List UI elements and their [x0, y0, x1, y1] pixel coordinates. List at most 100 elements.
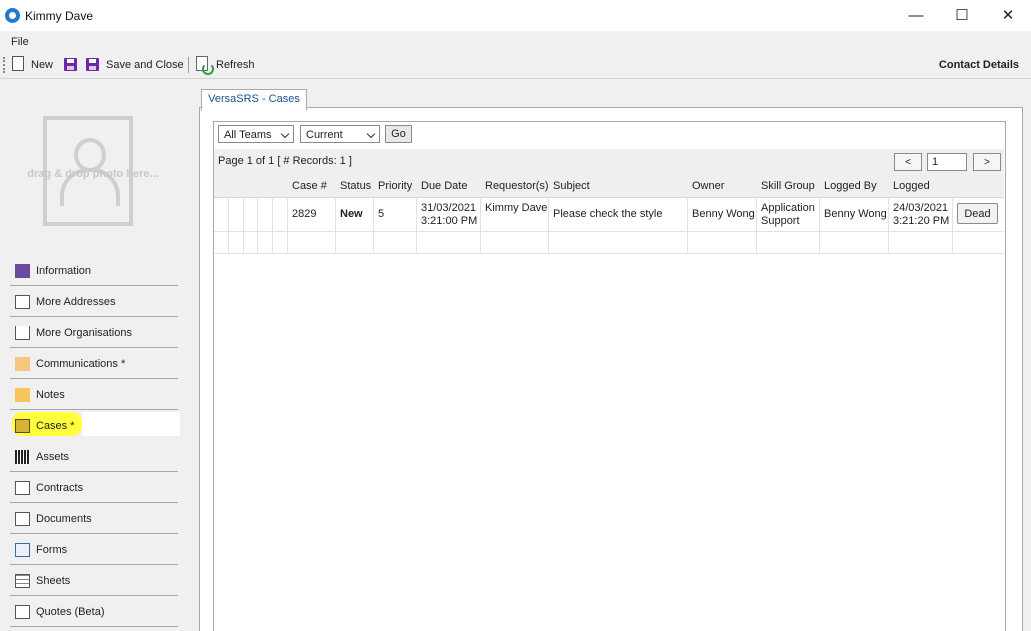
sidebar-item-assets[interactable]: Assets	[10, 443, 178, 472]
sidebar-item-label: Forms	[36, 544, 68, 556]
sidebar-item-label: More Organisations	[36, 327, 132, 339]
sidebar-item-label: Information	[36, 265, 92, 277]
column-divider	[548, 197, 549, 254]
next-page-button[interactable]: >	[973, 153, 1001, 171]
col-header-skill-group[interactable]: Skill Group	[761, 175, 815, 197]
photo-placeholder-text: drag & drop photo here...	[27, 168, 159, 180]
status-select-value: Current	[306, 129, 343, 141]
menu-file[interactable]: File	[11, 36, 29, 48]
team-select[interactable]: All Teams	[218, 125, 294, 143]
col-header-status[interactable]: Status	[340, 175, 372, 197]
go-button[interactable]: Go	[385, 125, 412, 143]
sidebar-item-more-addresses[interactable]: More Addresses	[10, 288, 178, 317]
maximize-button[interactable]: ☐	[939, 0, 985, 31]
sidebar-item-quotes[interactable]: Quotes (Beta)	[10, 598, 178, 627]
note-icon	[15, 388, 30, 402]
contract-icon	[15, 481, 30, 495]
chevron-down-icon	[280, 129, 290, 139]
new-document-icon[interactable]	[12, 56, 24, 71]
column-divider	[228, 197, 229, 254]
quote-icon	[15, 605, 30, 619]
app-logo-icon	[5, 8, 20, 23]
window-title: Kimmy Dave	[25, 9, 94, 23]
title-bar: Kimmy Dave — ☐ ✕	[0, 0, 1031, 31]
col-header-owner[interactable]: Owner	[692, 175, 725, 197]
documents-icon	[15, 512, 30, 526]
cell-logged-line2: 3:21:20 PM	[893, 215, 950, 227]
active-item-background	[82, 412, 180, 436]
sidebar-item-label: Quotes (Beta)	[36, 606, 105, 618]
col-header-due-date[interactable]: Due Date	[421, 175, 468, 197]
column-divider	[335, 197, 336, 254]
sidebar-item-information[interactable]: Information	[10, 257, 178, 286]
column-divider	[257, 197, 258, 254]
sidebar-item-more-organisations[interactable]: More Organisations	[10, 319, 178, 348]
status-select[interactable]: Current	[300, 125, 380, 143]
column-divider	[287, 197, 288, 254]
cell-subject: Please check the style	[553, 208, 663, 220]
cell-requestor: Kimmy Dave	[485, 202, 548, 214]
form-icon	[15, 543, 30, 557]
contact-details-heading: Contact Details	[938, 59, 1019, 71]
col-header-logged-by[interactable]: Logged By	[824, 175, 877, 197]
cell-status: New	[340, 208, 363, 220]
column-divider	[272, 197, 273, 254]
save-and-close-label[interactable]: Save and Close	[106, 57, 184, 75]
page-info: Page 1 of 1 [ # Records: 1 ]	[218, 155, 352, 167]
toolbar: New Save and Close Refresh	[0, 53, 1031, 79]
column-divider	[416, 197, 417, 254]
close-button[interactable]: ✕	[985, 0, 1031, 31]
person-head-icon	[74, 138, 106, 172]
barcode-icon	[15, 450, 30, 464]
house-icon	[15, 326, 30, 340]
envelope-icon	[15, 357, 30, 371]
sidebar-item-label: Contracts	[36, 482, 84, 494]
sidebar-item-documents[interactable]: Documents	[10, 505, 178, 534]
column-divider	[373, 197, 374, 254]
cell-logged-line1: 24/03/2021	[893, 202, 949, 214]
sidebar-item-sheets[interactable]: Sheets	[10, 567, 178, 596]
dead-button[interactable]: Dead	[957, 203, 998, 224]
minimize-button[interactable]: —	[893, 0, 939, 31]
col-header-logged[interactable]: Logged	[893, 175, 930, 197]
sidebar-item-label: Communications *	[36, 358, 126, 370]
sidebar-item-forms[interactable]: Forms	[10, 536, 178, 565]
menu-bar: File	[0, 31, 1031, 53]
team-select-value: All Teams	[224, 129, 272, 141]
cell-skill-group-line2: Support	[761, 215, 800, 227]
sidebar-item-label: Notes	[36, 389, 65, 401]
cell-due-date-line2: 3:21:00 PM	[421, 215, 478, 227]
column-divider	[952, 197, 953, 254]
toolbar-separator	[188, 57, 189, 73]
info-icon	[15, 264, 30, 278]
cell-case-number: 2829	[292, 208, 317, 220]
sidebar-item-label: More Addresses	[36, 296, 116, 308]
row-divider	[214, 231, 1004, 232]
cell-due-date-line1: 31/03/2021	[421, 202, 477, 214]
tab-versasrs-cases[interactable]: VersaSRS - Cases	[201, 89, 307, 111]
refresh-button-label[interactable]: Refresh	[216, 57, 255, 75]
page-number-input[interactable]: 1	[927, 153, 967, 171]
sidebar-item-communications[interactable]: Communications *	[10, 350, 178, 379]
refresh-icon[interactable]	[196, 56, 214, 75]
toolbar-grip[interactable]	[3, 57, 7, 73]
chevron-down-icon	[366, 129, 376, 139]
folder-icon	[15, 419, 30, 433]
save-and-close-icon[interactable]	[86, 58, 99, 71]
col-header-subject[interactable]: Subject	[553, 175, 590, 197]
column-divider	[480, 197, 481, 254]
prev-page-button[interactable]: <	[894, 153, 922, 171]
cell-priority: 5	[378, 208, 385, 220]
sheet-icon	[15, 574, 30, 588]
col-header-priority[interactable]: Priority	[378, 175, 413, 197]
new-button-label[interactable]: New	[31, 57, 53, 75]
sidebar-item-notes[interactable]: Notes	[10, 381, 178, 410]
sidebar-item-label: Cases *	[36, 420, 75, 432]
column-divider	[756, 197, 757, 254]
save-icon[interactable]	[64, 58, 77, 71]
sidebar-item-label: Documents	[36, 513, 92, 525]
col-header-requestors[interactable]: Requestor(s)	[485, 175, 549, 197]
col-header-case[interactable]: Case #	[292, 175, 327, 197]
sidebar-item-contracts[interactable]: Contracts	[10, 474, 178, 503]
cell-skill-group-line1: Application	[761, 202, 815, 214]
